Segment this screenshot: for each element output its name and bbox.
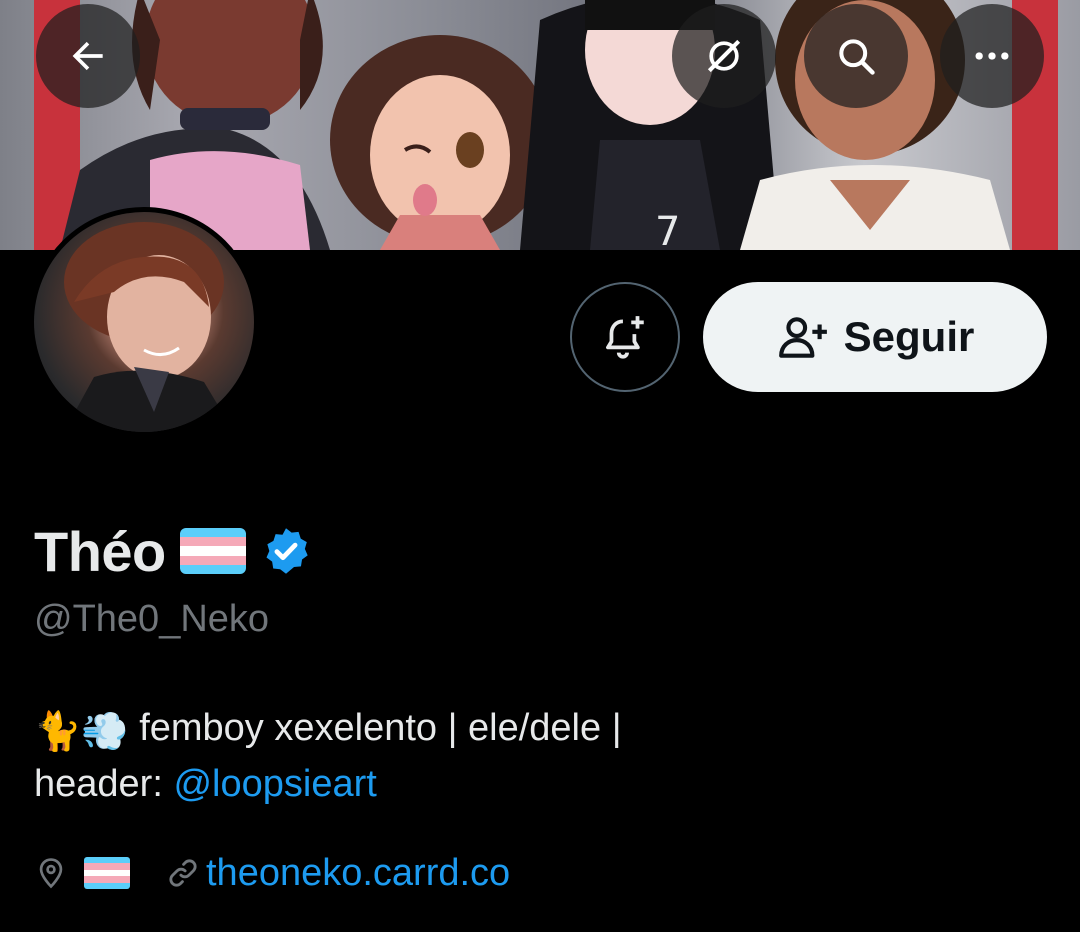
link-icon	[169, 859, 197, 887]
profile-meta-row: theoneko.carrd.co	[34, 848, 510, 898]
bell-plus-icon	[606, 316, 644, 359]
profile-bio: 🐈💨 femboy xexelento | ele/dele | header:…	[34, 702, 622, 810]
notify-button[interactable]	[570, 282, 680, 392]
avatar-image	[34, 212, 254, 432]
cat-wind-emoji: 🐈💨	[34, 711, 129, 753]
more-horizontal-icon	[975, 52, 1009, 60]
profile-handle: @The0_Neko	[34, 598, 270, 640]
profile-website[interactable]: theoneko.carrd.co	[166, 852, 510, 895]
profile-name-row: Théo	[34, 518, 312, 584]
grok-icon	[707, 39, 741, 73]
display-name: Théo	[34, 519, 166, 583]
arrow-left-icon	[72, 41, 103, 71]
bio-mention-link[interactable]: @loopsieart	[173, 763, 376, 805]
bio-line-2-prefix: header:	[34, 763, 174, 805]
follow-button[interactable]: Seguir	[703, 282, 1047, 392]
more-button[interactable]	[940, 4, 1044, 108]
follow-label: Seguir	[843, 313, 975, 360]
location-trans-flag-emoji	[84, 857, 130, 889]
grok-button[interactable]	[672, 4, 776, 108]
website-link[interactable]: theoneko.carrd.co	[206, 852, 510, 895]
search-icon	[839, 39, 875, 75]
verified-badge-icon[interactable]	[260, 525, 312, 577]
trans-flag-emoji	[179, 528, 246, 574]
back-button[interactable]	[36, 4, 140, 108]
profile-avatar[interactable]	[29, 207, 259, 437]
person-add-icon	[778, 317, 827, 358]
svg-text:7: 7	[655, 209, 680, 250]
location-pin-icon	[39, 858, 63, 889]
search-button[interactable]	[804, 4, 908, 108]
bio-line-1: femboy xexelento | ele/dele |	[128, 707, 622, 749]
